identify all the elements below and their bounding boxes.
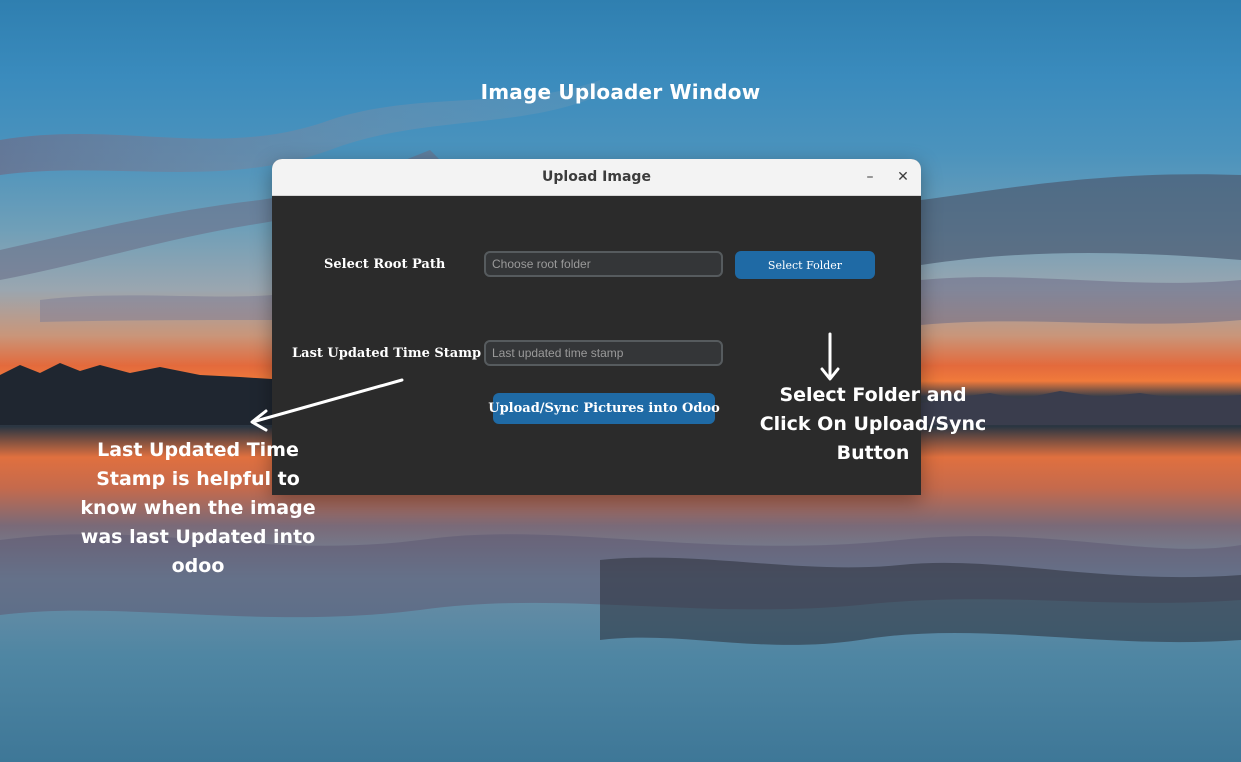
- root-path-input[interactable]: [484, 251, 723, 277]
- window-title: Upload Image: [542, 169, 651, 185]
- select-folder-button[interactable]: Select Folder: [735, 251, 875, 279]
- upload-sync-button[interactable]: Upload/Sync Pictures into Odoo: [488, 393, 720, 424]
- close-icon[interactable]: ✕: [893, 167, 913, 187]
- upload-annotation: Select Folder and Click On Upload/Sync B…: [759, 384, 987, 464]
- timestamp-input[interactable]: [484, 340, 723, 366]
- timestamp-label: Last Updated Time Stamp: [292, 346, 482, 361]
- root-path-label: Select Root Path: [324, 257, 446, 272]
- page-headline: Image Uploader Window: [480, 80, 761, 104]
- window-titlebar[interactable]: Upload Image – ✕: [272, 159, 921, 196]
- timestamp-annotation: Last Updated Time Stamp is helpful to kn…: [80, 439, 316, 577]
- minimize-icon[interactable]: –: [860, 167, 880, 187]
